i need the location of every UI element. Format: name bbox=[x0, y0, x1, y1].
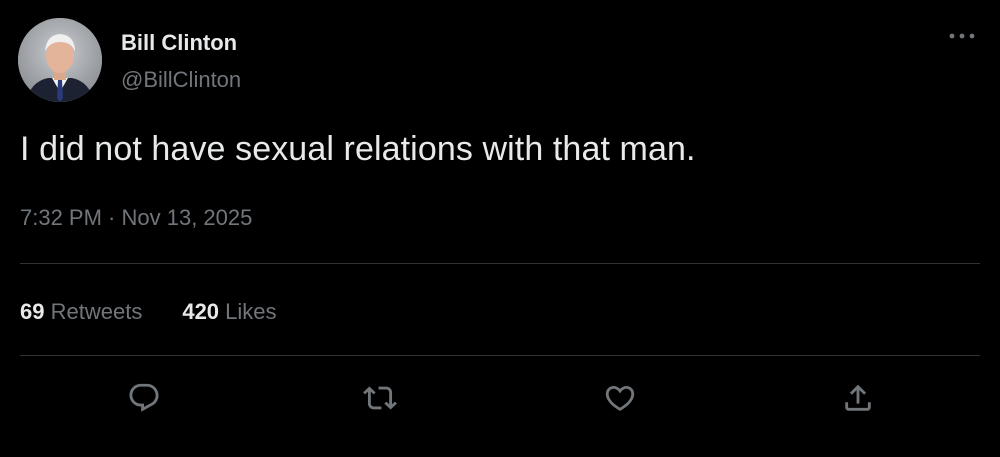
share-icon bbox=[845, 384, 871, 411]
likes-stat[interactable]: 420 Likes bbox=[182, 299, 276, 325]
like-button[interactable] bbox=[600, 378, 640, 418]
share-button[interactable] bbox=[838, 378, 878, 418]
profile-photo-icon bbox=[18, 18, 102, 102]
author-display-name[interactable]: Bill Clinton bbox=[121, 30, 237, 56]
avatar[interactable] bbox=[18, 18, 102, 102]
more-options-button[interactable] bbox=[944, 24, 980, 48]
tweet-stats: 69 Retweets 420 Likes bbox=[20, 299, 317, 325]
retweet-icon bbox=[363, 386, 397, 410]
tweet-card: Bill Clinton @BillClinton I did not have… bbox=[0, 0, 1000, 457]
more-options-icon bbox=[949, 33, 975, 39]
retweet-button[interactable] bbox=[360, 378, 400, 418]
author-handle[interactable]: @BillClinton bbox=[121, 67, 241, 93]
likes-label: Likes bbox=[225, 299, 277, 324]
reply-icon bbox=[129, 383, 159, 412]
retweets-count: 69 bbox=[20, 299, 45, 324]
divider bbox=[20, 263, 980, 264]
like-icon bbox=[605, 385, 635, 411]
divider bbox=[20, 355, 980, 356]
likes-count: 420 bbox=[182, 299, 220, 324]
tweet-timestamp[interactable]: 7:32 PM · Nov 13, 2025 bbox=[20, 205, 252, 231]
retweets-stat[interactable]: 69 Retweets bbox=[20, 299, 142, 325]
retweets-label: Retweets bbox=[50, 299, 143, 324]
reply-button[interactable] bbox=[124, 378, 164, 418]
tweet-text: I did not have sexual relations with tha… bbox=[20, 130, 696, 168]
